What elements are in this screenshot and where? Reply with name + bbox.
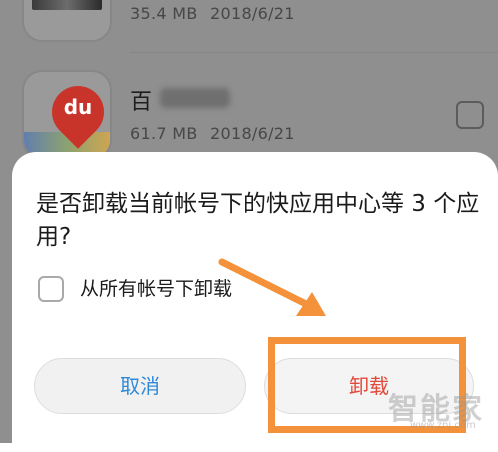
app-name: 百	[130, 90, 153, 115]
uninstall-all-accounts-checkbox[interactable]	[38, 276, 64, 302]
app-size: 61.7 MB	[130, 124, 198, 143]
redacted-name	[160, 88, 230, 108]
app-icon-text: du	[63, 95, 93, 119]
app-date: 2018/6/21	[210, 124, 295, 143]
select-checkbox[interactable]	[456, 101, 484, 129]
map-app-icon: du	[22, 70, 112, 160]
checkbox-label[interactable]: 从所有帐号下卸载	[80, 274, 232, 301]
app-date: 2018/6/21	[210, 4, 295, 23]
photo-thumbnail-icon	[22, 0, 112, 42]
dialog-message: 是否卸载当前帐号下的快应用中心等 3 个应用?	[36, 191, 480, 250]
app-size: 35.4 MB	[130, 4, 198, 23]
watermark-domain: www.znj.com	[410, 420, 476, 431]
divider	[130, 52, 498, 53]
cancel-button[interactable]: 取消	[34, 358, 246, 414]
